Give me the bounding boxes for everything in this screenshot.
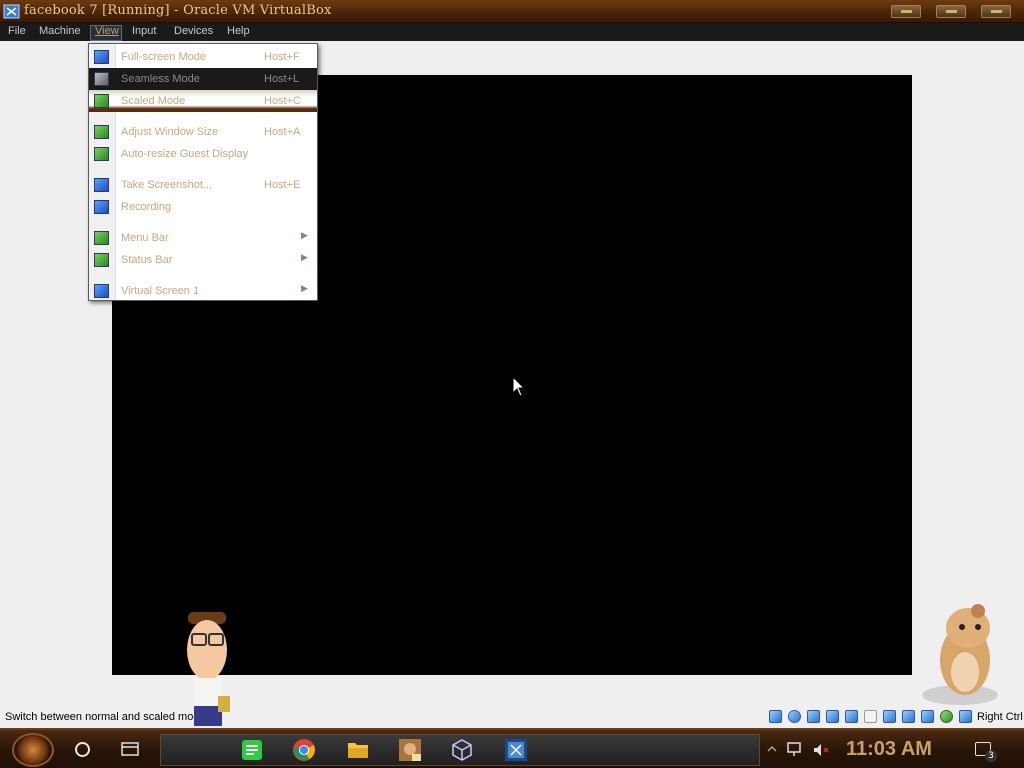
menu-item-menu-bar[interactable]: Menu Bar ▶ [89,227,317,249]
search-icon[interactable] [75,742,90,757]
menu-item-shortcut: Host+C [264,95,301,107]
menu-item-label: Virtual Screen 1 [121,285,200,297]
mouse-cursor-icon [512,376,526,397]
menu-item-label: Take Screenshot... [121,179,213,191]
menu-machine[interactable]: Machine [39,25,81,37]
menu-bar: File Machine Input Devices Help [0,23,1024,41]
status-bar-icon [94,253,109,267]
window-title: facebook 7 [Running] - Oracle VM Virtual… [24,3,332,18]
optical-drive-icon[interactable] [788,710,801,723]
game-icon[interactable] [398,738,422,762]
menu-item-label: Auto-resize Guest Display [121,148,249,160]
cartoon-character-image [187,612,230,726]
menu-item-virtual-screen[interactable]: Virtual Screen 1 ▶ [89,280,317,302]
view-menu-dropdown: Full-screen Mode Host+F Seamless Mode Ho… [88,43,318,301]
menu-item-shortcut: Host+A [264,126,301,138]
taskbar-clock[interactable]: 11:03 AM [846,738,932,761]
vt-x-icon[interactable] [940,710,953,723]
screenshot-icon [94,178,109,192]
display-icon[interactable] [883,710,896,723]
menu-item-label: Status Bar [121,254,173,266]
menu-bar-icon [94,231,109,245]
network-tray-icon[interactable] [787,742,805,758]
menu-item-shortcut: Host+L [264,73,300,85]
submenu-arrow-icon: ▶ [301,231,308,241]
fullscreen-icon [94,50,109,64]
menu-item-label: Full-screen Mode [121,51,206,63]
menu-item-shortcut: Host+F [264,51,300,63]
menu-input[interactable]: Input [132,25,156,37]
minimize-button[interactable] [891,5,921,18]
menu-item-screenshot[interactable]: Take Screenshot... Host+E [89,174,317,196]
close-button[interactable] [981,5,1011,18]
status-bar: Switch between normal and scaled mode Ri… [0,707,1024,728]
menu-item-status-bar[interactable]: Status Bar ▶ [89,249,317,271]
menu-help[interactable]: Help [227,25,250,37]
menu-file[interactable]: File [8,25,26,37]
audio-icon[interactable] [807,710,820,723]
seamless-icon [94,72,109,86]
notes-app-icon[interactable] [240,738,264,762]
usb-icon[interactable] [845,710,858,723]
submenu-arrow-icon: ▶ [301,253,308,263]
virtualbox-icon[interactable] [504,738,528,762]
host-key-label: Right Ctrl [977,711,1023,723]
recording-status-icon[interactable] [902,710,915,723]
hamster-character-image [922,604,998,705]
file-explorer-icon[interactable] [346,738,370,762]
task-view-icon[interactable] [121,742,139,756]
menu-item-shortcut: Host+E [264,179,301,191]
menu-item-seamless[interactable]: Seamless Mode Host+L [89,68,317,90]
menu-item-adjust-window[interactable]: Adjust Window Size Host+A [89,121,317,143]
status-hint-text: Switch between normal and scaled mode [5,711,206,723]
start-button[interactable] [12,733,54,767]
mouse-integration-icon[interactable] [921,710,934,723]
menu-item-auto-resize[interactable]: Auto-resize Guest Display [89,143,317,165]
submenu-arrow-icon: ▶ [301,284,308,294]
menu-item-fullscreen[interactable]: Full-screen Mode Host+F [89,46,317,68]
auto-resize-icon [94,147,109,161]
menu-devices[interactable]: Devices [174,25,213,37]
maximize-button[interactable] [936,5,966,18]
keyboard-capture-icon[interactable] [959,710,972,723]
menu-item-recording[interactable]: Recording [89,196,317,218]
scaled-icon [94,94,109,108]
menu-item-label: Menu Bar [121,232,169,244]
menu-item-scaled[interactable]: Scaled Mode Host+C [89,90,317,112]
recording-icon [94,200,109,214]
notification-count-badge: 3 [985,750,997,762]
cube-app-icon[interactable] [450,738,474,762]
menu-item-label: Seamless Mode [121,73,200,85]
menu-item-label: Adjust Window Size [121,126,219,138]
menu-view[interactable]: View [95,25,119,37]
volume-muted-icon[interactable] [812,742,830,758]
title-bar: facebook 7 [Running] - Oracle VM Virtual… [0,0,1024,23]
chrome-icon[interactable] [292,738,316,762]
chevron-up-icon[interactable] [767,744,777,754]
hard-disk-icon[interactable] [769,710,782,723]
taskbar: 11:03 AM 3 [0,728,1024,768]
virtual-screen-icon [94,284,109,298]
adjust-window-icon [94,125,109,139]
network-icon[interactable] [826,710,839,723]
shared-folders-icon[interactable] [864,710,877,723]
virtualbox-app-icon [3,4,20,19]
menu-item-label: Recording [121,201,172,213]
menu-item-label: Scaled Mode [121,95,186,107]
